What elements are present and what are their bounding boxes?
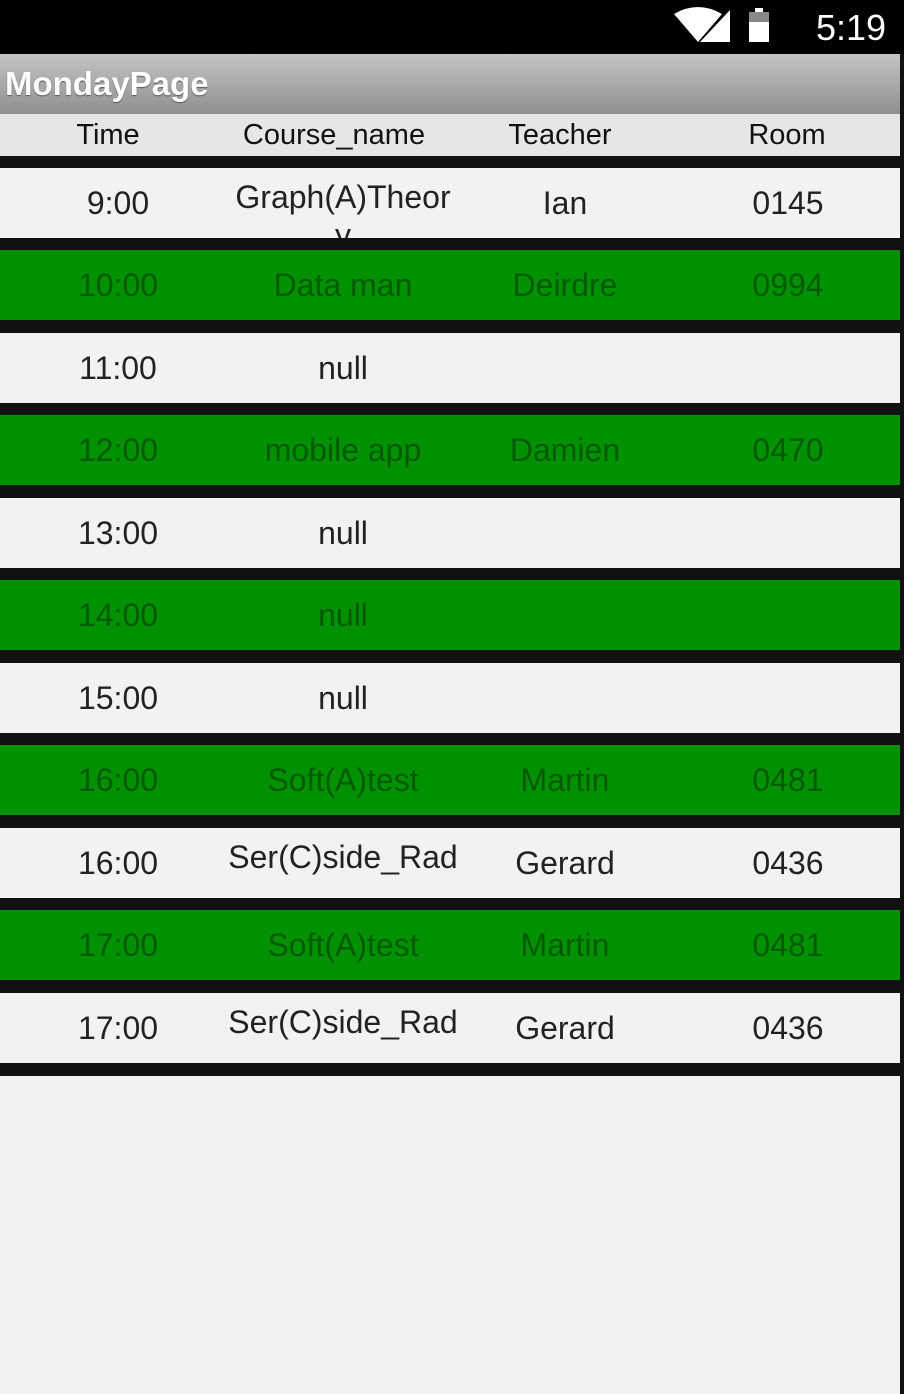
table-row[interactable]: 16:00 Soft(A)test Martin 0481 <box>0 745 900 815</box>
teacher-cell: Deirdre <box>512 266 618 303</box>
time-cell: 12:00 <box>77 431 159 468</box>
time-cell: 9:00 <box>86 184 150 221</box>
course-cell: Graph(A)Theory <box>235 179 451 238</box>
teacher-cell: Martin <box>520 926 610 963</box>
time-cell: 11:00 <box>79 349 157 386</box>
room-cell: 0436 <box>752 844 824 881</box>
course-cell: null <box>318 350 368 386</box>
course-cell: Ser(C)side_Rad <box>228 1004 458 1040</box>
time-cell: 13:00 <box>77 514 159 551</box>
course-cell: Data man <box>273 267 413 303</box>
room-cell: 0994 <box>752 266 824 303</box>
column-header-room: Room <box>748 119 826 151</box>
table-row[interactable]: 11:00 null <box>0 333 900 403</box>
room-cell: 0145 <box>752 184 824 221</box>
time-cell: 16:00 <box>77 761 159 798</box>
room-cell: 0436 <box>752 1009 824 1046</box>
battery-icon <box>749 8 769 42</box>
table-row[interactable]: 10:00 Data man Deirdre 0994 <box>0 250 900 320</box>
teacher-cell: Gerard <box>515 844 615 881</box>
page-title: MondayPage <box>5 65 209 102</box>
timetable-list: 9:00 Graph(A)Theory Ian 0145 10:00 Data … <box>0 156 900 1076</box>
table-row[interactable]: 12:00 mobile app Damien 0470 <box>0 415 900 485</box>
room-cell: 0470 <box>752 431 824 468</box>
status-time: 5:19 <box>816 7 887 48</box>
table-row[interactable]: 13:00 null <box>0 498 900 568</box>
table-row[interactable]: 16:00 Ser(C)side_Rad Gerard 0436 <box>0 828 900 898</box>
table-row[interactable]: 15:00 null <box>0 663 900 733</box>
status-bar: 5:19 <box>0 0 904 54</box>
course-cell: mobile app <box>264 432 422 468</box>
table-row[interactable]: 9:00 Graph(A)Theory Ian 0145 <box>0 168 900 238</box>
teacher-cell: Damien <box>509 431 621 468</box>
time-cell: 15:00 <box>77 679 159 716</box>
course-cell: Soft(A)test <box>267 927 419 963</box>
table-header: Time Course_name Teacher Room <box>0 114 900 156</box>
course-cell: null <box>318 597 368 633</box>
course-cell: null <box>318 515 368 551</box>
screen-edge <box>900 54 904 1394</box>
course-cell: Soft(A)test <box>267 762 419 798</box>
column-header-time: Time <box>76 119 140 151</box>
teacher-cell: Martin <box>520 761 610 798</box>
time-cell: 17:00 <box>77 1009 159 1046</box>
time-cell: 14:00 <box>77 596 159 633</box>
teacher-cell: Ian <box>542 184 588 221</box>
column-header-teacher: Teacher <box>508 119 612 151</box>
room-cell: 0481 <box>752 926 824 963</box>
time-cell: 17:00 <box>77 926 159 963</box>
table-row[interactable]: 17:00 Soft(A)test Martin 0481 <box>0 910 900 980</box>
room-cell: 0481 <box>752 761 824 798</box>
time-cell: 10:00 <box>77 266 159 303</box>
table-row[interactable]: 14:00 null <box>0 580 900 650</box>
column-header-course-name: Course_name <box>242 119 426 151</box>
table-row[interactable]: 17:00 Ser(C)side_Rad Gerard 0436 <box>0 993 900 1063</box>
app-bar: MondayPage <box>0 54 900 114</box>
course-cell: Ser(C)side_Rad <box>228 839 458 875</box>
course-cell: null <box>318 680 368 716</box>
time-cell: 16:00 <box>77 844 159 881</box>
teacher-cell: Gerard <box>515 1009 615 1046</box>
